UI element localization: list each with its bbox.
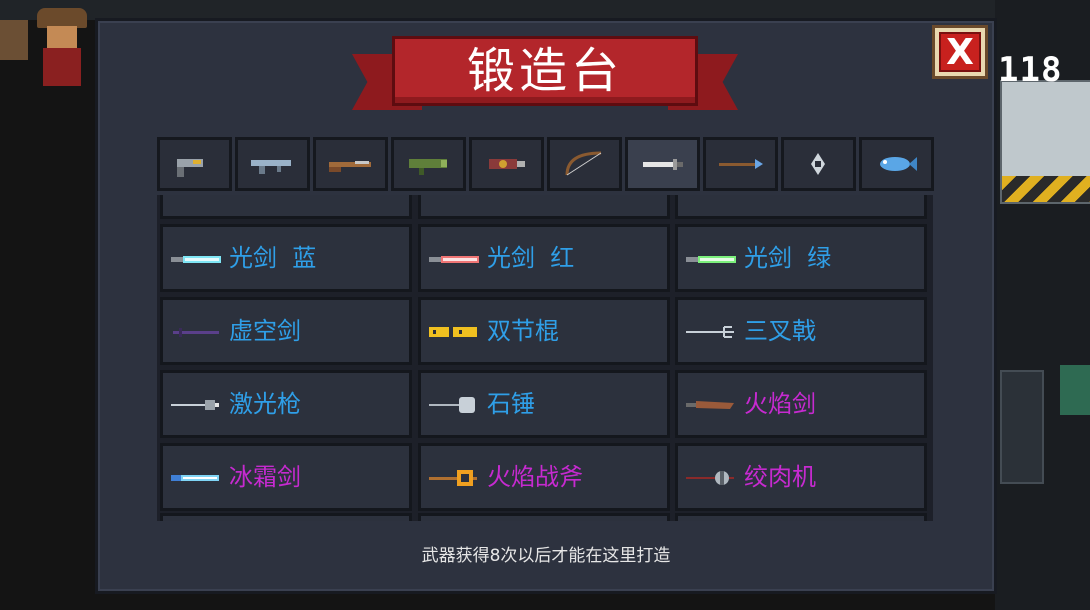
weapon-name: 石锤 — [487, 390, 535, 418]
coin-count: 118 — [998, 50, 1063, 90]
weapon-item[interactable]: 激光枪 — [160, 370, 412, 438]
weapon-name: 冰霜剑 — [229, 463, 301, 491]
blaster-icon — [488, 159, 525, 169]
weapon-item[interactable]: 虚空剑 — [160, 297, 412, 365]
weapon-item[interactable]: 冰霜剑 — [160, 443, 412, 511]
tab-fish[interactable] — [859, 137, 934, 191]
tab-rifle[interactable] — [235, 137, 310, 191]
background-character — [35, 8, 90, 88]
tab-rocket-launcher[interactable] — [391, 137, 466, 191]
background-crate — [0, 20, 28, 60]
void-sword-icon — [173, 328, 219, 337]
list-item[interactable] — [160, 195, 412, 219]
weapon-category-tabs — [157, 137, 935, 193]
rocket-launcher-icon — [408, 159, 447, 175]
laser-gun-icon — [171, 400, 219, 410]
weapon-item[interactable]: 石锤 — [418, 370, 670, 438]
title-ribbon: 锻造台 — [352, 36, 738, 122]
weapon-name: 光剑 红 — [487, 244, 575, 272]
rifle-icon — [250, 160, 291, 174]
weapon-item[interactable]: 绞肉机 — [675, 443, 927, 511]
background-device — [1000, 370, 1044, 484]
fish-icon — [879, 157, 917, 171]
weapon-list[interactable]: 光剑 蓝 光剑 红 光剑 绿虚空剑 双节棍 三叉戟激光枪 石锤 火焰剑冰霜剑 火焰战斧 绞肉机 — [157, 195, 933, 521]
weapon-name: 双节棍 — [487, 317, 559, 345]
weapon-name: 绞肉机 — [744, 463, 816, 491]
page-title: 锻造台 — [466, 43, 623, 99]
weapon-name: 光剑 蓝 — [229, 244, 317, 272]
flame-sword-icon — [686, 401, 734, 409]
weapon-name: 虚空剑 — [229, 317, 301, 345]
list-item[interactable] — [418, 513, 670, 521]
weapon-item[interactable]: 光剑 绿 — [675, 224, 927, 292]
background-machine — [1000, 80, 1090, 204]
meat-grinder-icon — [686, 471, 734, 485]
nunchaku-icon — [429, 327, 477, 337]
close-icon: X — [939, 32, 981, 72]
tab-sword[interactable] — [625, 137, 700, 191]
tab-bow[interactable] — [547, 137, 622, 191]
list-item[interactable] — [675, 195, 927, 219]
list-item[interactable] — [418, 195, 670, 219]
weapon-item[interactable]: 光剑 红 — [418, 224, 670, 292]
close-button[interactable]: X — [932, 25, 988, 79]
tab-shuriken[interactable] — [781, 137, 856, 191]
background-green-box — [1060, 365, 1090, 415]
lightsaber-red-icon — [429, 256, 479, 263]
flame-axe-icon — [429, 470, 477, 486]
stone-hammer-icon — [429, 397, 475, 413]
background-wall — [0, 0, 1090, 20]
list-item[interactable] — [675, 513, 927, 521]
tab-shotgun[interactable] — [313, 137, 388, 191]
trident-icon — [686, 326, 734, 338]
shotgun-icon — [328, 161, 371, 172]
weapon-name: 火焰剑 — [744, 390, 816, 418]
lightsaber-blue-icon — [171, 256, 221, 263]
weapon-name: 火焰战斧 — [487, 463, 583, 491]
frost-sword-icon — [171, 475, 219, 481]
lightsaber-green-icon — [686, 256, 736, 263]
weapon-item[interactable]: 火焰战斧 — [418, 443, 670, 511]
bow-icon — [565, 151, 601, 176]
tab-spear[interactable] — [703, 137, 778, 191]
tab-pistol[interactable] — [157, 137, 232, 191]
weapon-name: 激光枪 — [229, 390, 301, 418]
tab-blaster[interactable] — [469, 137, 544, 191]
shuriken-icon — [810, 153, 825, 175]
list-item[interactable] — [160, 513, 412, 521]
weapon-name: 三叉戟 — [744, 317, 816, 345]
weapon-item[interactable]: 火焰剑 — [675, 370, 927, 438]
weapon-item[interactable]: 双节棍 — [418, 297, 670, 365]
weapon-name: 光剑 绿 — [744, 244, 832, 272]
spear-icon — [718, 159, 763, 169]
footer-note: 武器获得8次以后才能在这里打造 — [421, 546, 671, 566]
weapon-item[interactable]: 三叉戟 — [675, 297, 927, 365]
pistol-icon — [176, 159, 203, 177]
weapon-item[interactable]: 光剑 蓝 — [160, 224, 412, 292]
sword-icon — [642, 159, 683, 170]
